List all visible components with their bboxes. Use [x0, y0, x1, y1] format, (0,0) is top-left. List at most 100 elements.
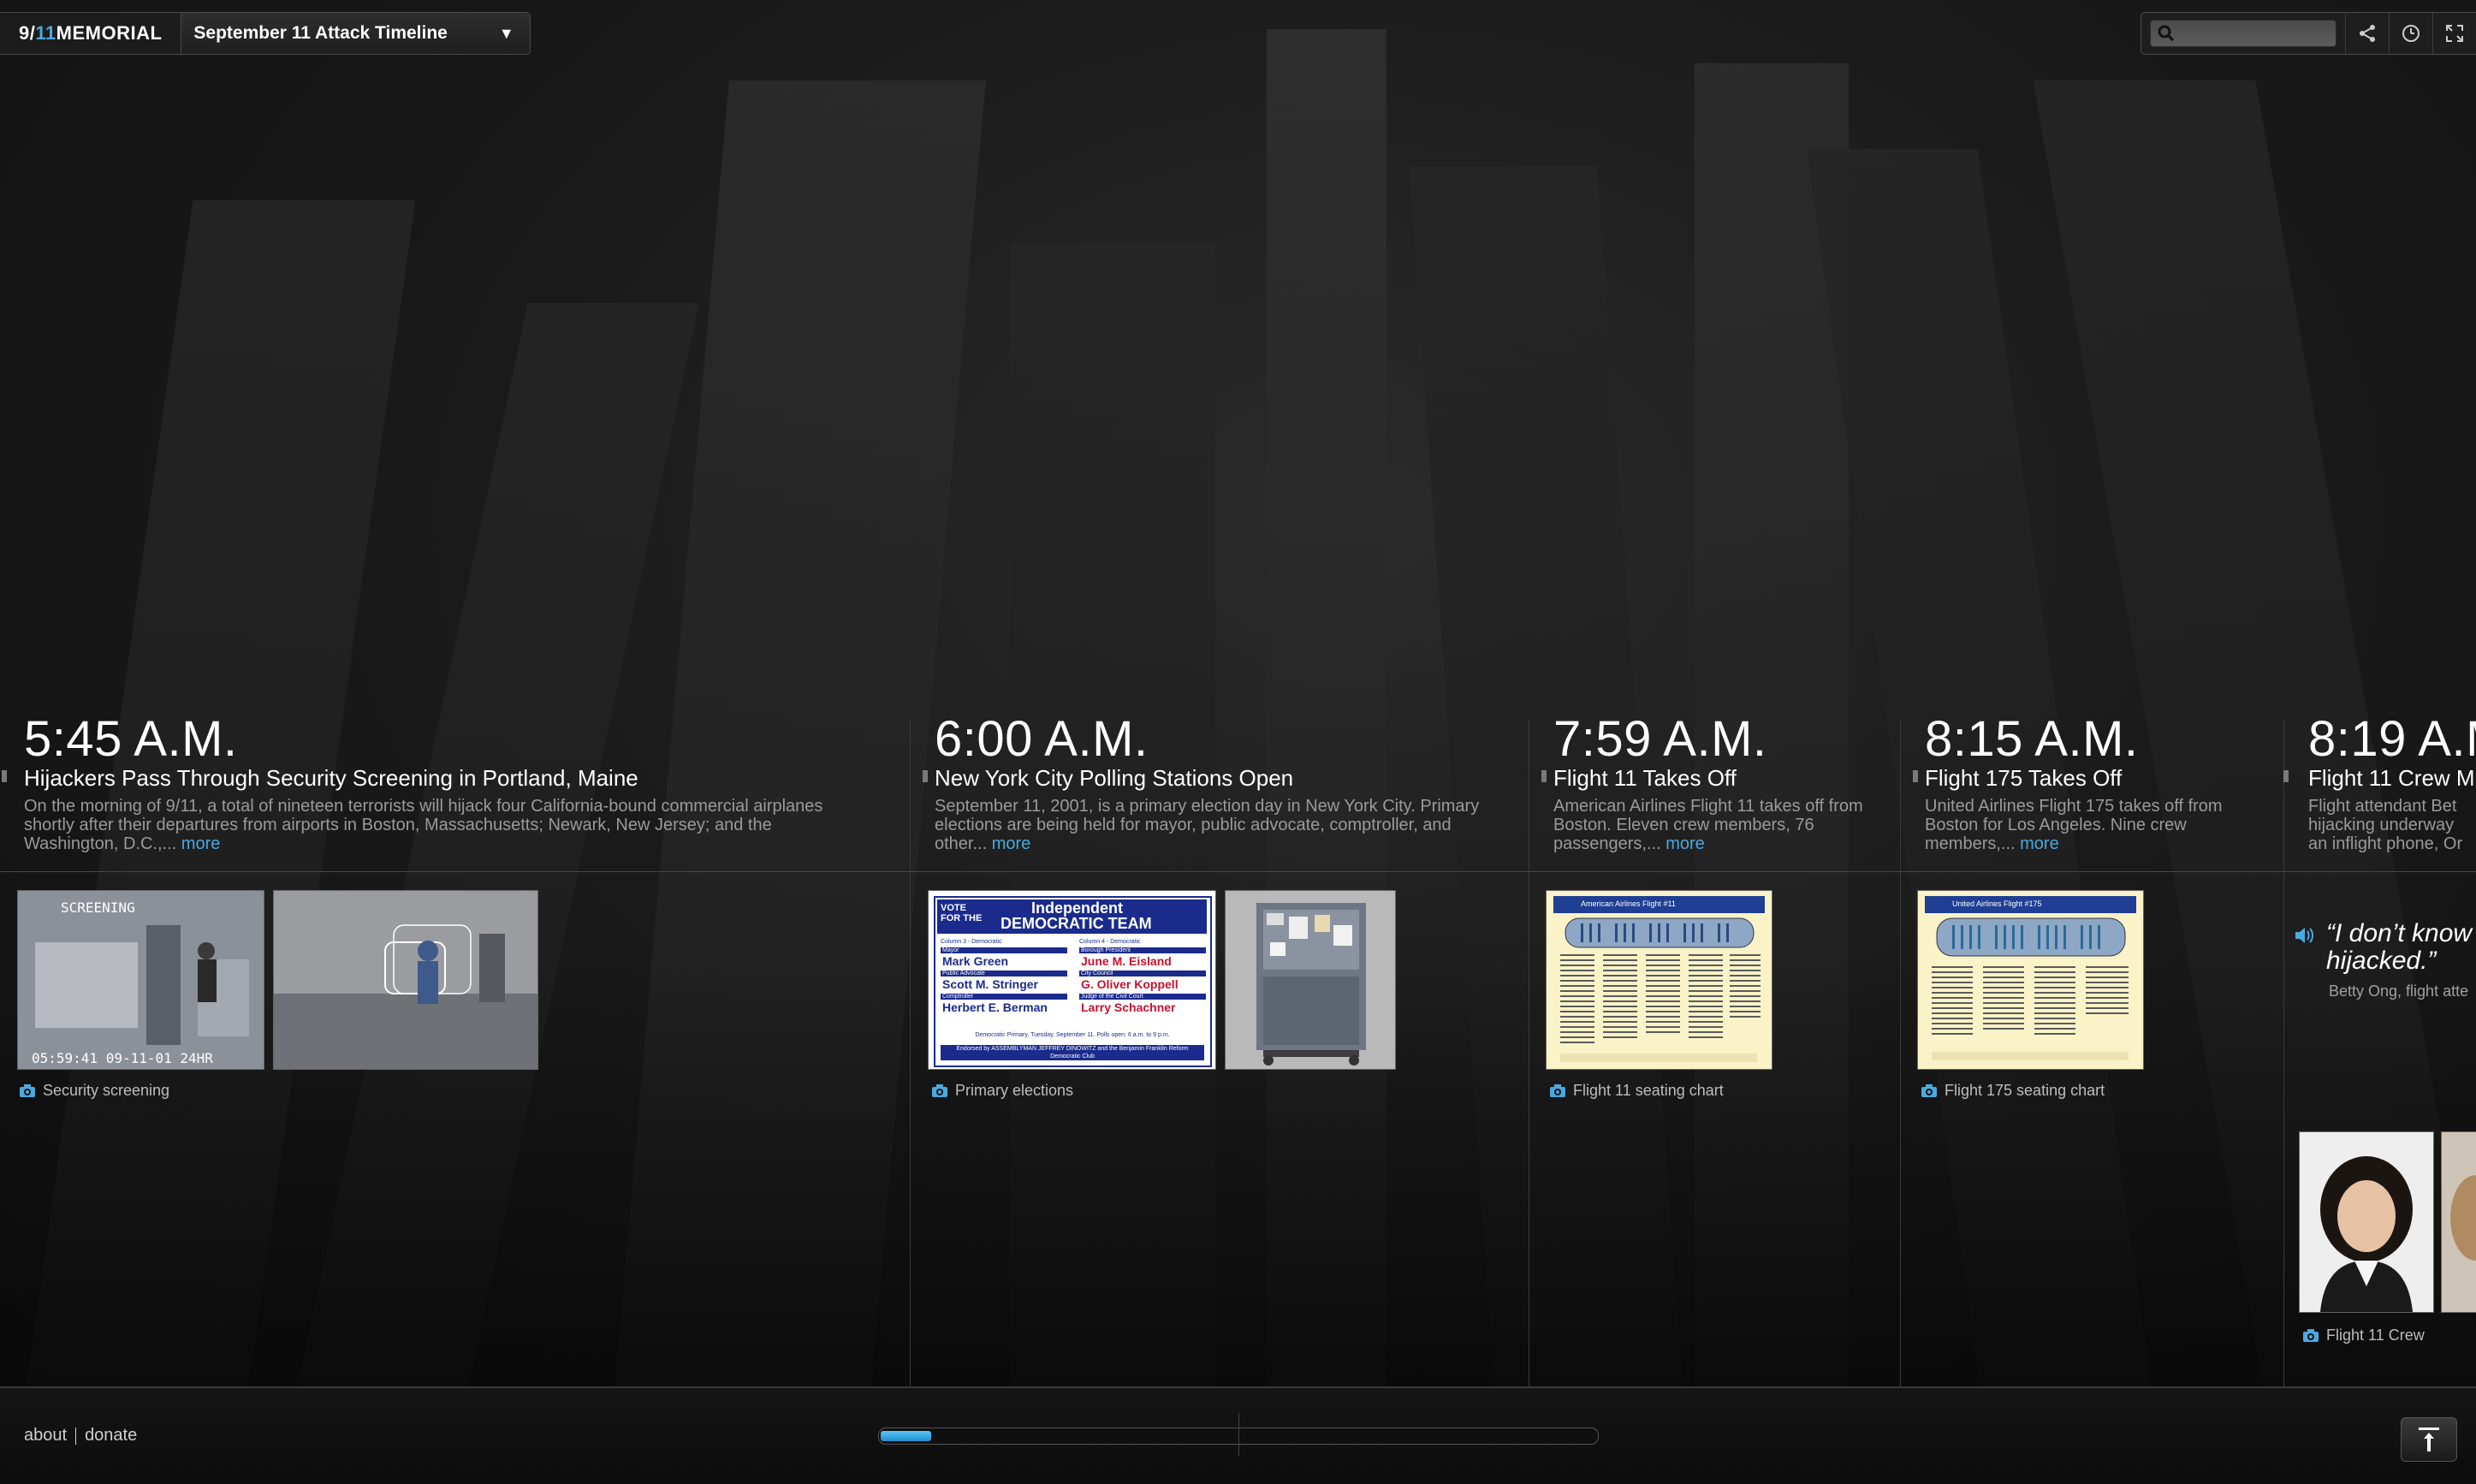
seating-chart-graphic: [1560, 917, 1761, 1062]
event-description: American Airlines Flight 11 takes off fr…: [1553, 797, 1870, 853]
event-description-text: United Airlines Flight 175 takes off fro…: [1925, 797, 2223, 853]
media-caption[interactable]: Primary elections: [931, 1082, 1073, 1100]
caption-text: Security screening: [43, 1082, 170, 1099]
flight-11-seating-chart[interactable]: American Airlines Flight #11: [1546, 890, 1772, 1070]
media-caption[interactable]: Flight 11 seating chart: [1549, 1082, 1724, 1100]
crew-portrait-photo-2[interactable]: [2441, 1131, 2476, 1313]
voting-machine-photo[interactable]: [1225, 890, 1396, 1070]
flyer-office: Judge of the Civil Court: [1079, 994, 1206, 1000]
scrubber-progress[interactable]: [881, 1431, 931, 1441]
expand-panel-button[interactable]: [2401, 1417, 2457, 1462]
event-description: United Airlines Flight 175 takes off fro…: [1925, 797, 2250, 853]
column-divider: [910, 719, 911, 1386]
more-link[interactable]: more: [1666, 834, 1705, 853]
flyer-vote-for-the: VOTE FOR THE: [941, 903, 983, 923]
flyer-footer-1: Democratic Primary, Tuesday, September 1…: [975, 1032, 1170, 1038]
event-time: 5:45 A.M.: [24, 711, 238, 767]
timeline-event[interactable]: 7:59 A.M. Flight 11 Takes Off American A…: [1541, 710, 1870, 853]
share-button[interactable]: [2345, 13, 2389, 54]
election-flyer-image[interactable]: VOTE FOR THE Independent DEMOCRATIC TEAM…: [928, 890, 1216, 1070]
more-link[interactable]: more: [181, 834, 221, 853]
event-title[interactable]: Hijackers Pass Through Security Screenin…: [24, 765, 863, 792]
column-divider: [2283, 719, 2284, 1386]
cctv-frame-graphic: [274, 891, 537, 1069]
camera-icon: [2303, 1328, 2319, 1342]
quote-line-1: “I don’t know: [2326, 919, 2473, 947]
timeline-event[interactable]: 8:19 A.M Flight 11 Crew M Flight attenda…: [2308, 710, 2476, 853]
search-box[interactable]: [2150, 20, 2336, 48]
header-bar: 9/11 MEMORIAL September 11 Attack Timeli…: [0, 12, 531, 55]
flyer-office: Public Advocate: [941, 971, 1067, 976]
security-screening-photo-2[interactable]: [273, 890, 538, 1070]
flyer-heading-2: DEMOCRATIC TEAM: [1000, 915, 1152, 932]
flight-175-seating-chart[interactable]: United Airlines Flight #175: [1917, 890, 2144, 1070]
event-tick: [2283, 770, 2289, 782]
donate-link[interactable]: donate: [85, 1426, 137, 1445]
logo-suffix: MEMORIAL: [56, 22, 163, 44]
camera-icon: [1550, 1083, 1565, 1097]
share-icon: [2360, 25, 2375, 42]
clock-icon: [2402, 25, 2420, 42]
toolbar: [2141, 12, 2476, 55]
cctv-frame-graphic: [18, 891, 264, 1069]
flyer-candidate: Scott M. Stringer: [942, 977, 1039, 991]
event-title[interactable]: Flight 175 Takes Off: [1925, 765, 2250, 792]
flyer-candidate: Larry Schachner: [1081, 1000, 1176, 1014]
seating-chart-graphic: [1932, 917, 2129, 1060]
about-link[interactable]: about: [24, 1426, 67, 1445]
event-time: 8:19 A.M: [2308, 711, 2476, 767]
event-description-text: Flight attendant Bet hijacking underway …: [2308, 797, 2463, 853]
timeline-selector-label: September 11 Attack Timeline: [193, 23, 448, 43]
event-tick: [1541, 770, 1547, 782]
event-title[interactable]: Flight 11 Takes Off: [1553, 765, 1870, 792]
flyer-office: Borough President: [1079, 947, 1206, 953]
media-caption[interactable]: Security screening: [19, 1082, 169, 1100]
caret-down-icon: ▼: [498, 24, 514, 42]
event-time: 6:00 A.M.: [935, 711, 1149, 767]
search-input[interactable]: [2180, 21, 2329, 48]
event-title[interactable]: Flight 11 Crew M: [2308, 765, 2476, 792]
caption-text: Flight 11 Crew: [2326, 1327, 2425, 1344]
memorial-logo[interactable]: 9/11 MEMORIAL: [0, 13, 182, 54]
event-time: 7:59 A.M.: [1553, 711, 1767, 767]
fullscreen-button[interactable]: [2432, 13, 2476, 54]
crew-portrait-graphic: [2442, 1132, 2476, 1312]
event-tick: [1913, 770, 1918, 782]
fullscreen-icon: [2446, 25, 2463, 42]
flyer-candidate: June M. Eisland: [1081, 954, 1172, 968]
camera-icon: [20, 1083, 35, 1097]
audio-quote[interactable]: “I don’t know hijacked.”: [2326, 920, 2472, 975]
history-button[interactable]: [2389, 13, 2432, 54]
event-tick: [2, 770, 7, 782]
timeline-scrubber[interactable]: [878, 1413, 1599, 1456]
crew-portrait-photo[interactable]: [2299, 1131, 2434, 1313]
timeline-event[interactable]: 8:15 A.M. Flight 175 Takes Off United Ai…: [1913, 710, 2250, 853]
more-link[interactable]: more: [2020, 834, 2059, 853]
speaker-icon[interactable]: [2294, 926, 2314, 945]
footer-separator: [75, 1427, 77, 1445]
event-title[interactable]: New York City Polling Stations Open: [935, 765, 1491, 792]
cctv-timestamp: 05:59:41 09-11-01 24HR: [32, 1050, 213, 1066]
timeline-event[interactable]: 5:45 A.M. Hijackers Pass Through Securit…: [2, 710, 863, 853]
magnifier-icon: [2158, 25, 2175, 42]
media-caption[interactable]: Flight 11 Crew: [2302, 1327, 2425, 1345]
camera-icon: [1921, 1083, 1937, 1097]
caption-text: Primary elections: [955, 1082, 1074, 1099]
event-description: On the morning of 9/11, a total of ninet…: [24, 797, 863, 853]
media-caption[interactable]: Flight 175 seating chart: [1921, 1082, 2105, 1100]
expand-icon: [2419, 1428, 2439, 1451]
footer-bar: about donate: [0, 1388, 2476, 1484]
flyer-office: City Council: [1079, 971, 1206, 976]
timeline-event[interactable]: 6:00 A.M. New York City Polling Stations…: [923, 710, 1491, 853]
logo-accent: 11: [35, 22, 56, 44]
security-screening-photo[interactable]: SCREENING 05:59:41 09-11-01 24HR: [17, 890, 264, 1070]
flyer-left-column: Mayor Mark Green Public Advocate Scott M…: [941, 947, 1067, 1014]
cctv-label: SCREENING: [61, 899, 135, 916]
more-link[interactable]: more: [992, 834, 1031, 853]
footer-links: about donate: [24, 1426, 137, 1445]
event-description-text: On the morning of 9/11, a total of ninet…: [24, 797, 823, 853]
timeline-selector-dropdown[interactable]: September 11 Attack Timeline ▼: [181, 13, 530, 54]
quote-attribution: Betty Ong, flight atte: [2329, 982, 2469, 1000]
flyer-candidate: Mark Green: [942, 954, 1009, 968]
event-description: Flight attendant Bet hijacking underway …: [2308, 797, 2476, 853]
